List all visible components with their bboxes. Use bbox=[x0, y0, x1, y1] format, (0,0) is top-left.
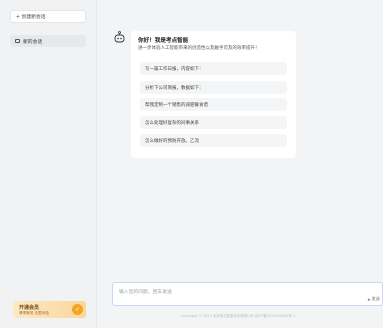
sidebar-item-chat[interactable]: 新的会话 bbox=[10, 35, 86, 47]
prompt-text: 分析下公司简报，数据如下： bbox=[145, 85, 204, 91]
send-button[interactable]: ➤ 发送 bbox=[367, 296, 380, 302]
member-subtitle: 尊享服务 无限对话 bbox=[19, 311, 49, 315]
new-chat-label: + 创建新会话 bbox=[16, 15, 46, 20]
prompt-suggestion[interactable]: 怎么做好的预防开放。乙流 bbox=[140, 134, 287, 147]
send-icon: ➤ bbox=[367, 296, 371, 302]
member-upgrade-card[interactable]: 开通会员 尊享服务 无限对话 ✓ bbox=[13, 301, 86, 318]
chat-input-placeholder: 输入您的问题，回车发送 bbox=[119, 290, 172, 295]
prompt-text: 怎么做好的预防开放。乙流 bbox=[145, 138, 199, 144]
prompt-suggestion[interactable]: 怎么处理好复杂的同事关系 bbox=[140, 116, 287, 129]
robot-icon bbox=[114, 31, 125, 43]
sidebar: + 创建新会话 新的会话 开通会员 尊享服务 无限对话 ✓ bbox=[0, 0, 97, 328]
member-title: 开通会员 bbox=[19, 305, 40, 311]
welcome-card: 你好！我是考点智能 进一步体验人工智能带来的创造性以及触手可及的效率提升！ 写一… bbox=[131, 31, 296, 158]
chat-icon bbox=[15, 39, 20, 43]
prompt-text: 怎么处理好复杂的同事关系 bbox=[145, 120, 199, 126]
welcome-subtitle: 进一步体验人工智能带来的创造性以及触手可及的效率提升！ bbox=[138, 46, 260, 51]
send-label: 发送 bbox=[371, 296, 380, 301]
prompt-text: 帮我定制一个销售的减肥餐食谱 bbox=[145, 102, 208, 108]
new-chat-button[interactable]: + 创建新会话 bbox=[10, 10, 86, 23]
crown-icon: ✓ bbox=[72, 304, 83, 315]
sidebar-item-label: 新的会话 bbox=[23, 39, 43, 45]
prompt-text: 写一篇工作日报，内容如下： bbox=[145, 66, 204, 72]
footer-copyright: Copyright © 2023 北京考点智能科技有限公司 京ICP备20230… bbox=[181, 314, 296, 318]
welcome-title: 你好！我是考点智能 bbox=[138, 38, 189, 44]
prompt-suggestion[interactable]: 帮我定制一个销售的减肥餐食谱 bbox=[140, 98, 287, 111]
prompt-suggestion[interactable]: 写一篇工作日报，内容如下： bbox=[140, 62, 287, 75]
chat-input[interactable]: 输入您的问题，回车发送 ➤ 发送 bbox=[112, 282, 383, 306]
prompt-suggestion[interactable]: 分析下公司简报，数据如下： bbox=[140, 81, 287, 94]
